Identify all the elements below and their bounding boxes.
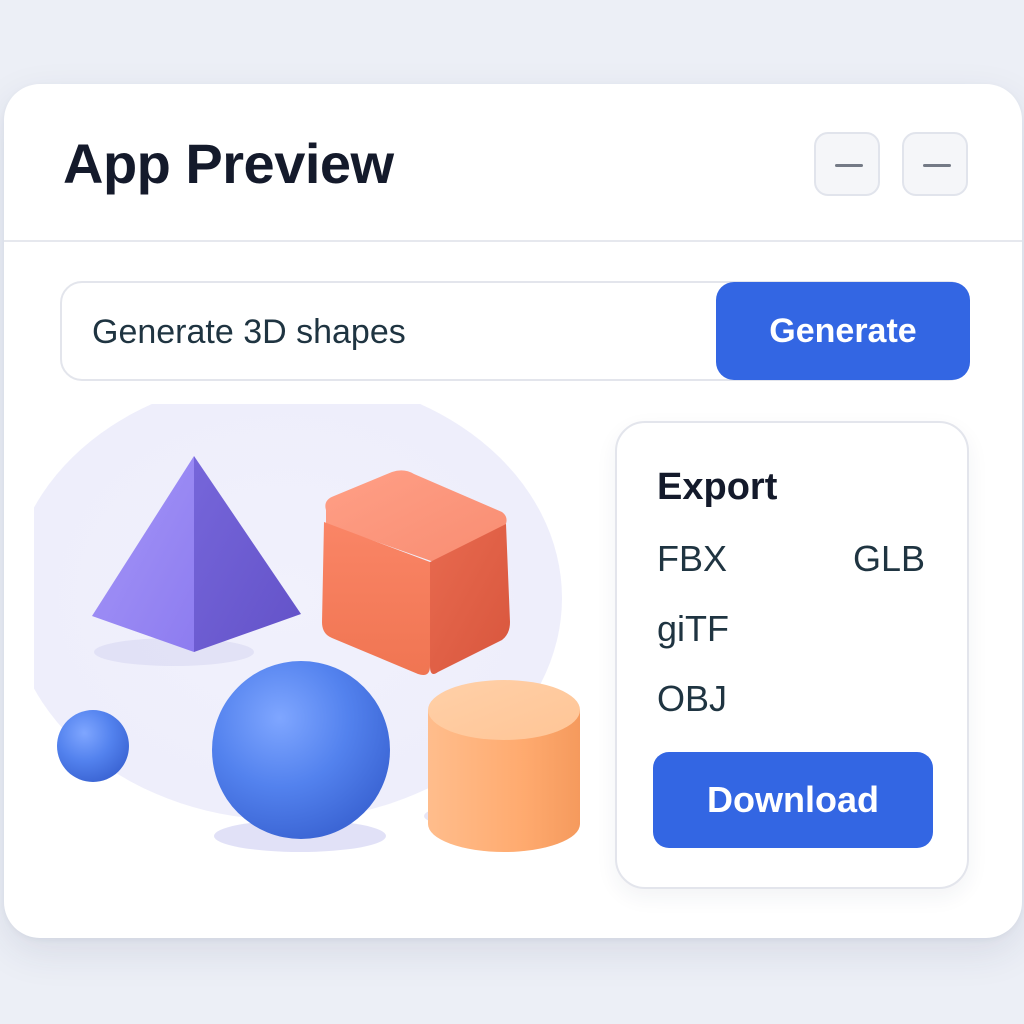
minimize-button[interactable]	[814, 132, 880, 196]
header-divider	[4, 240, 1022, 242]
export-panel: Export FBX GLB giTF OBJ Download	[615, 421, 969, 889]
app-window: App Preview Generate 3D shapes Generate	[4, 84, 1022, 938]
format-option-gltf[interactable]: giTF	[657, 607, 729, 651]
format-option-fbx[interactable]: FBX	[657, 537, 727, 581]
format-option-glb[interactable]: GLB	[853, 537, 925, 581]
minimize-button-secondary[interactable]	[902, 132, 968, 196]
window-title: App Preview	[63, 132, 394, 195]
format-option-obj[interactable]: OBJ	[657, 677, 727, 721]
sphere-shape	[212, 661, 390, 839]
minimize-icon	[835, 164, 863, 167]
cylinder-shape	[428, 680, 580, 852]
download-button[interactable]: Download	[653, 752, 933, 848]
generate-button[interactable]: Generate	[716, 282, 970, 380]
prompt-input-value: Generate 3D shapes	[92, 313, 406, 351]
minimize-icon	[923, 164, 951, 167]
shapes-preview	[34, 404, 580, 852]
small-sphere-shape	[57, 710, 129, 782]
export-title: Export	[657, 466, 778, 508]
